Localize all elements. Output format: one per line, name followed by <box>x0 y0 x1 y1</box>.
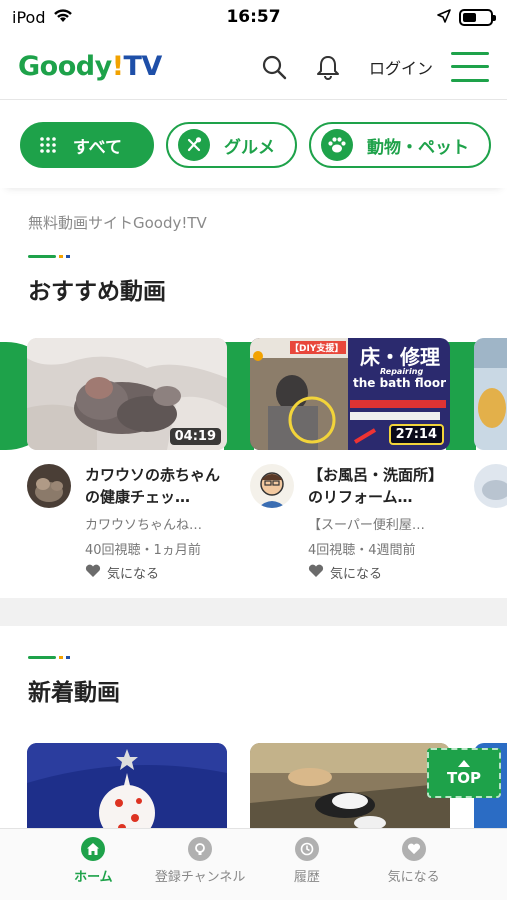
battery-icon <box>459 8 496 26</box>
section-title: 新着動画 <box>28 680 120 706</box>
video-title[interactable]: カワウソの赤ちゃんの健康チェッ… <box>85 464 225 508</box>
video-meta-text: カワウソの赤ちゃんの健康チェッ… カワウソちゃんね… 40回視聴・1ヵ月前 気に… <box>85 464 225 582</box>
carousel-decor <box>446 342 476 450</box>
arrow-up-icon <box>458 759 470 767</box>
thumbnail-badge: 【DIY支援】 <box>290 344 344 354</box>
carrier-label: iPod <box>12 7 46 27</box>
video-card: 【DIY支援】 床・修理 Repairing the bath floor 27… <box>250 338 450 582</box>
heart-icon <box>401 837 426 861</box>
channel-avatar[interactable] <box>27 464 71 508</box>
status-time: 16:57 <box>226 7 281 27</box>
grid-icon <box>38 129 59 161</box>
bottom-navigation: ホーム 登録チャンネル 履歴 気になる <box>0 828 507 900</box>
wifi-icon <box>53 8 73 27</box>
video-card: 04:19 カワウソの赤ちゃんの健康チェッ… カワウソちゃんね… 40回視聴・1… <box>27 338 227 582</box>
bell-icon[interactable] <box>301 45 355 89</box>
category-label: グルメ <box>224 137 275 158</box>
recommended-section: おすすめ動画 04:19 カワウソの赤ちゃんの健康チェッ… カワウソちゃんね… … <box>0 255 507 598</box>
hamburger-menu-icon[interactable] <box>451 51 489 82</box>
site-caption: 無料動画サイトGoody!TV <box>28 214 207 232</box>
video-thumbnail[interactable]: 【DIY支援】 床・修理 Repairing the bath floor 27… <box>250 338 450 450</box>
fork-spoon-icon <box>178 129 210 161</box>
category-pills: すべて グルメ 動物・ペット <box>0 100 507 188</box>
search-icon[interactable] <box>247 45 301 89</box>
goodytv-logo[interactable]: Goody!TV <box>18 51 247 82</box>
nav-subscriptions[interactable]: 登録チャンネル <box>150 837 250 900</box>
video-thumbnail[interactable] <box>474 338 507 450</box>
video-meta: 【お風呂・洗面所】のリフォーム… 【スーパー便利屋… 4回視聴・4週間前 気にな… <box>250 464 450 582</box>
history-clock-icon <box>294 837 319 861</box>
video-duration: 27:14 <box>388 424 444 445</box>
nav-favorites[interactable]: 気になる <box>364 837 464 900</box>
nav-home[interactable]: ホーム <box>43 837 143 900</box>
paw-icon <box>321 129 353 161</box>
video-stats: 40回視聴・1ヵ月前 <box>85 543 201 558</box>
video-meta <box>474 464 507 508</box>
category-label: すべて <box>72 137 122 158</box>
thumbnail-subtitle-small: Repairing <box>380 367 424 376</box>
video-duration: 04:19 <box>169 428 221 445</box>
video-stats: 4回視聴・4週間前 <box>308 543 416 558</box>
scroll-top-button[interactable]: TOP <box>427 748 501 798</box>
channel-name[interactable]: カワウソちゃんね… <box>85 514 225 533</box>
login-link[interactable]: ログイン <box>355 55 451 79</box>
thumbnail-subtitle: the bath floor <box>353 376 447 390</box>
status-left: iPod <box>12 8 73 27</box>
video-title[interactable]: 【お風呂・洗面所】のリフォーム… <box>308 464 448 508</box>
app-header: Goody!TV ログイン <box>0 34 507 100</box>
recommended-carousel[interactable]: 04:19 カワウソの赤ちゃんの健康チェッ… カワウソちゃんね… 40回視聴・1… <box>0 338 507 598</box>
video-meta: カワウソの赤ちゃんの健康チェッ… カワウソちゃんね… 40回視聴・1ヵ月前 気に… <box>27 464 227 582</box>
status-right <box>437 8 496 27</box>
nav-label: 気になる <box>387 870 440 885</box>
nav-label: 履歴 <box>293 870 320 885</box>
nav-label: ホーム <box>74 870 113 885</box>
channel-name[interactable]: 【スーパー便利屋… <box>308 514 448 533</box>
channel-icon <box>188 837 213 861</box>
like-label: 気になる <box>107 567 160 582</box>
like-toggle[interactable]: 気になる <box>308 563 448 582</box>
channel-avatar[interactable] <box>250 464 294 508</box>
header-actions: ログイン <box>247 45 489 89</box>
heart-icon <box>85 564 101 582</box>
category-pill-all[interactable]: すべて <box>20 122 154 168</box>
video-card <box>474 338 507 508</box>
like-label: 気になる <box>330 567 383 582</box>
thumbnail-heading: 床・修理 <box>360 345 440 369</box>
section-title: おすすめ動画 <box>28 279 166 305</box>
channel-avatar[interactable] <box>474 464 507 508</box>
location-arrow-icon <box>437 8 451 27</box>
nav-label: 登録チャンネル <box>154 870 246 885</box>
top-label: TOP <box>447 768 481 787</box>
status-bar: iPod 16:57 <box>0 0 507 34</box>
category-label: 動物・ペット <box>367 137 469 158</box>
like-toggle[interactable]: 気になる <box>85 563 225 582</box>
heart-icon <box>308 564 324 582</box>
nav-history[interactable]: 履歴 <box>257 837 357 900</box>
category-pill-animals[interactable]: 動物・ペット <box>309 122 491 168</box>
home-icon <box>81 837 106 861</box>
video-meta-text: 【お風呂・洗面所】のリフォーム… 【スーパー便利屋… 4回視聴・4週間前 気にな… <box>308 464 448 582</box>
category-pill-gourmet[interactable]: グルメ <box>166 122 297 168</box>
section-divider <box>0 598 507 626</box>
video-thumbnail[interactable]: 04:19 <box>27 338 227 450</box>
